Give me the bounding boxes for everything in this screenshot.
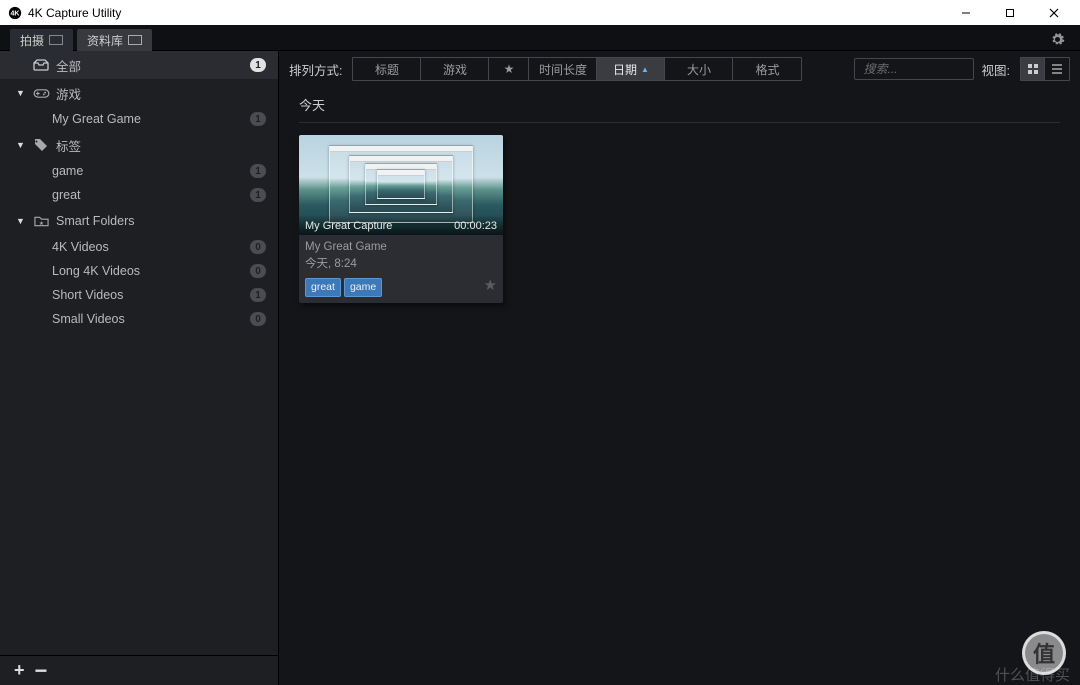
- chevron-down-icon: ▼: [16, 140, 30, 150]
- search-box[interactable]: [854, 58, 974, 80]
- sidebar-section-tags[interactable]: ▼ 标签: [0, 131, 278, 159]
- tab-capture[interactable]: 拍摄: [10, 29, 73, 51]
- tab-library-label: 资料库: [87, 32, 123, 49]
- chevron-down-icon: ▼: [16, 216, 30, 226]
- sidebar-footer: + −: [0, 655, 278, 685]
- capture-thumbnail: My Great Capture 00:00:23: [299, 135, 503, 235]
- sort-size[interactable]: 大小: [665, 58, 733, 80]
- chevron-down-icon: ▼: [16, 88, 30, 98]
- tab-bar: 拍摄 资料库: [0, 25, 1080, 51]
- app-icon: 4K: [8, 6, 22, 20]
- star-icon: ★: [504, 62, 515, 76]
- sidebar-item-smart-1[interactable]: Long 4K Videos 0: [0, 259, 278, 283]
- sidebar-all-label: 全部: [56, 56, 250, 75]
- sidebar-games-label: 游戏: [56, 84, 266, 103]
- sidebar-item-all[interactable]: 全部 1: [0, 51, 278, 79]
- settings-button[interactable]: [1042, 29, 1072, 50]
- sort-duration[interactable]: 时间长度: [529, 58, 597, 80]
- window-title: 4K Capture Utility: [28, 6, 121, 20]
- tab-library[interactable]: 资料库: [77, 29, 152, 51]
- sidebar-item-game-0[interactable]: My Great Game 1: [0, 107, 278, 131]
- content-area: 排列方式: 标题 游戏 ★ 时间长度 日期 ▲ 大小 格式: [279, 51, 1080, 685]
- view-grid[interactable]: [1021, 58, 1045, 80]
- sidebar-tags-label: 标签: [56, 136, 266, 155]
- library-icon: [128, 35, 142, 45]
- favorite-toggle[interactable]: ★: [484, 275, 497, 298]
- sort-favorite[interactable]: ★: [489, 58, 529, 80]
- close-button[interactable]: [1032, 0, 1076, 25]
- window-titlebar: 4K 4K Capture Utility: [0, 0, 1080, 25]
- sidebar-smart-label: Smart Folders: [56, 214, 266, 228]
- sort-date[interactable]: 日期 ▲: [597, 58, 665, 80]
- capture-card[interactable]: My Great Capture 00:00:23 My Great Game …: [299, 135, 503, 303]
- add-button[interactable]: +: [14, 660, 25, 681]
- capture-title: My Great Capture: [305, 220, 392, 232]
- view-button-group: [1020, 57, 1070, 81]
- group-header-today: 今天: [299, 87, 1060, 123]
- tag-icon: [32, 138, 50, 152]
- sidebar-item-smart-2[interactable]: Short Videos 1: [0, 283, 278, 307]
- watermark-text: 什么值得买: [995, 664, 1070, 685]
- sidebar-item-tag-1[interactable]: great 1: [0, 183, 278, 207]
- sort-format[interactable]: 格式: [733, 58, 801, 80]
- maximize-button[interactable]: [988, 0, 1032, 25]
- sidebar-section-smart[interactable]: ▼ ★ Smart Folders: [0, 207, 278, 235]
- capture-tag-1[interactable]: game: [344, 278, 382, 298]
- capture-tag-0[interactable]: great: [305, 278, 341, 298]
- capture-game: My Great Game: [305, 239, 497, 256]
- list-icon: [1051, 63, 1063, 75]
- inbox-icon: [32, 59, 50, 71]
- svg-text:★: ★: [38, 220, 43, 227]
- sort-title[interactable]: 标题: [353, 58, 421, 80]
- sort-asc-icon: ▲: [641, 65, 649, 74]
- sidebar-section-games[interactable]: ▼ 游戏: [0, 79, 278, 107]
- sidebar-all-count: 1: [250, 58, 266, 72]
- sort-label: 排列方式:: [289, 60, 342, 79]
- capture-duration: 00:00:23: [454, 220, 497, 232]
- tab-capture-label: 拍摄: [20, 32, 44, 49]
- sidebar-item-smart-0[interactable]: 4K Videos 0: [0, 235, 278, 259]
- gamepad-icon: [32, 88, 50, 99]
- gear-icon: [1050, 32, 1065, 47]
- view-list[interactable]: [1045, 58, 1069, 80]
- svg-text:4K: 4K: [11, 10, 20, 17]
- sidebar: 全部 1 ▼ 游戏 My Great Game 1 ▼ 标签: [0, 51, 279, 685]
- smart-folder-icon: ★: [32, 215, 50, 227]
- toolbar: 排列方式: 标题 游戏 ★ 时间长度 日期 ▲ 大小 格式: [279, 51, 1080, 87]
- grid-icon: [1027, 63, 1039, 75]
- sidebar-item-tag-0[interactable]: game 1: [0, 159, 278, 183]
- sidebar-item-smart-3[interactable]: Small Videos 0: [0, 307, 278, 331]
- sort-button-group: 标题 游戏 ★ 时间长度 日期 ▲ 大小 格式: [352, 57, 802, 81]
- capture-time: 今天, 8:24: [305, 256, 497, 273]
- view-label: 视图:: [982, 60, 1010, 79]
- sort-game[interactable]: 游戏: [421, 58, 489, 80]
- minimize-button[interactable]: [944, 0, 988, 25]
- record-icon: [49, 35, 63, 45]
